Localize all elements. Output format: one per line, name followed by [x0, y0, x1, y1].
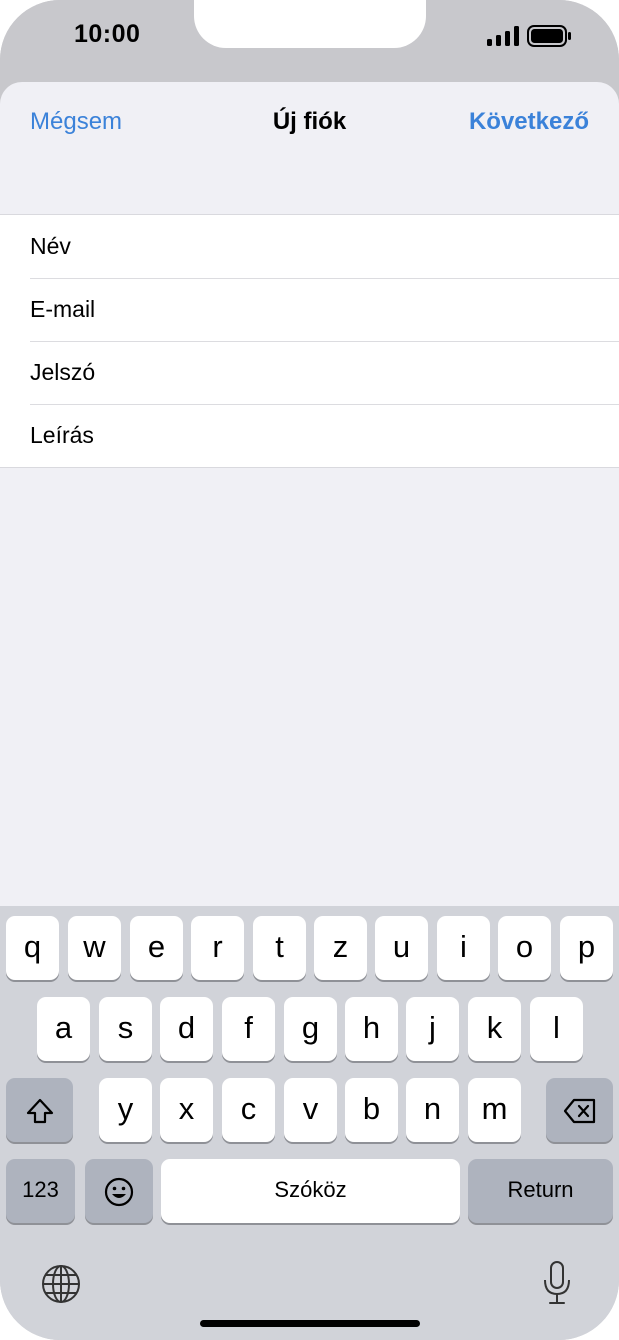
- emoji-key[interactable]: [85, 1159, 153, 1223]
- cellular-signal-icon: [487, 26, 519, 46]
- key-x[interactable]: x: [160, 1078, 213, 1142]
- key-j[interactable]: j: [406, 997, 459, 1061]
- delete-icon: [563, 1098, 595, 1123]
- key-e[interactable]: e: [130, 916, 183, 980]
- numbers-key[interactable]: 123: [6, 1159, 75, 1223]
- next-button[interactable]: Következő: [469, 108, 589, 136]
- shift-icon: [26, 1098, 53, 1123]
- status-time: 10:00: [74, 20, 141, 48]
- key-i[interactable]: i: [437, 916, 490, 980]
- status-bar: 10:00: [0, 0, 619, 82]
- microphone-icon[interactable]: [541, 1260, 573, 1306]
- globe-icon[interactable]: [40, 1263, 82, 1305]
- phone-screen: 10:00 Új fiók Mégsem Következő Név E-mai…: [0, 0, 619, 1340]
- key-f[interactable]: f: [222, 997, 275, 1061]
- key-o[interactable]: o: [498, 916, 551, 980]
- key-z[interactable]: z: [314, 916, 367, 980]
- shift-key[interactable]: [6, 1078, 73, 1142]
- key-m[interactable]: m: [468, 1078, 521, 1142]
- key-p[interactable]: p: [560, 916, 613, 980]
- key-v[interactable]: v: [284, 1078, 337, 1142]
- key-t[interactable]: t: [253, 916, 306, 980]
- name-field[interactable]: Név: [0, 215, 619, 278]
- key-d[interactable]: d: [160, 997, 213, 1061]
- key-l[interactable]: l: [530, 997, 583, 1061]
- cancel-button[interactable]: Mégsem: [30, 108, 122, 136]
- key-r[interactable]: r: [191, 916, 244, 980]
- keyboard: q w e r t z u i o p a s d f g h j k l y …: [0, 906, 619, 1340]
- battery-icon: [527, 25, 571, 47]
- notch: [194, 0, 426, 48]
- return-key[interactable]: Return: [468, 1159, 613, 1223]
- email-field[interactable]: E-mail: [0, 278, 619, 341]
- key-y[interactable]: y: [99, 1078, 152, 1142]
- account-form: Név E-mail Jelszó Leírás: [0, 214, 619, 468]
- key-c[interactable]: c: [222, 1078, 275, 1142]
- key-n[interactable]: n: [406, 1078, 459, 1142]
- password-field[interactable]: Jelszó: [0, 341, 619, 404]
- key-a[interactable]: a: [37, 997, 90, 1061]
- delete-key[interactable]: [546, 1078, 613, 1142]
- key-g[interactable]: g: [284, 997, 337, 1061]
- key-b[interactable]: b: [345, 1078, 398, 1142]
- emoji-icon: [104, 1177, 134, 1206]
- key-w[interactable]: w: [68, 916, 121, 980]
- key-u[interactable]: u: [375, 916, 428, 980]
- space-key[interactable]: Szóköz: [161, 1159, 460, 1223]
- key-h[interactable]: h: [345, 997, 398, 1061]
- key-q[interactable]: q: [6, 916, 59, 980]
- description-field[interactable]: Leírás: [0, 404, 619, 467]
- key-s[interactable]: s: [99, 997, 152, 1061]
- new-account-sheet: Új fiók Mégsem Következő Név E-mail Jels…: [0, 82, 619, 906]
- key-k[interactable]: k: [468, 997, 521, 1061]
- home-indicator[interactable]: [200, 1320, 420, 1327]
